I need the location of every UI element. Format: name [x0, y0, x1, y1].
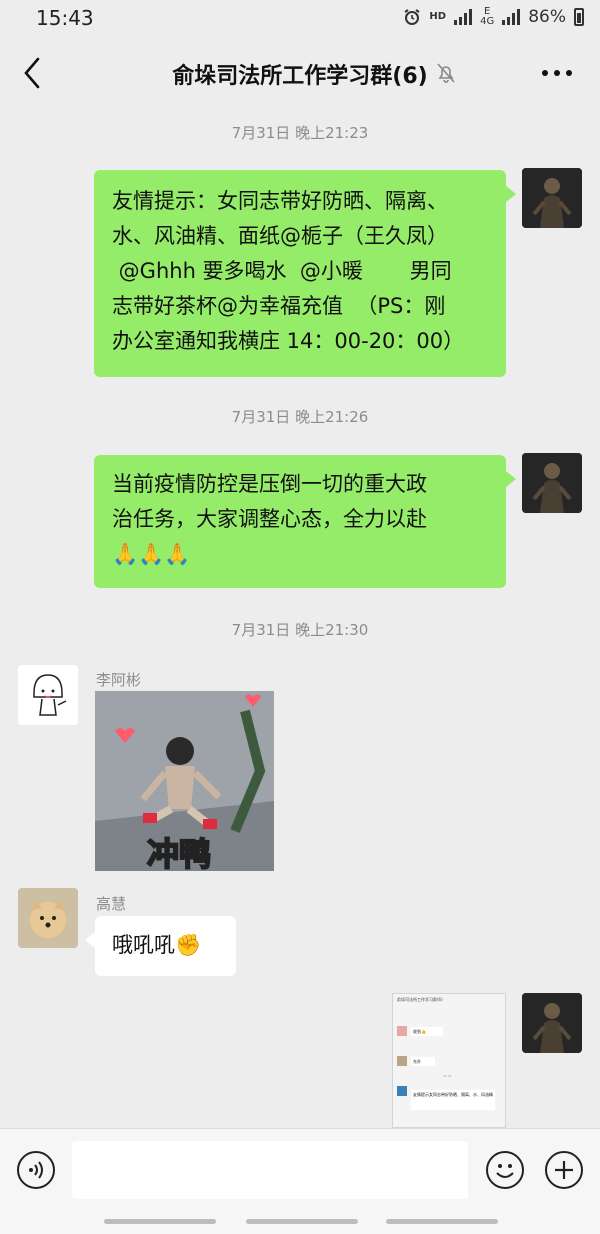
message-text: 哦吼吼✊	[112, 933, 202, 957]
dog-avatar-icon	[18, 888, 78, 948]
bubble-tail	[506, 186, 516, 202]
message-timestamp: 7月31日 晚上21:23	[231, 124, 369, 142]
my-avatar[interactable]	[522, 993, 582, 1053]
status-time: 15:43	[36, 6, 94, 30]
screenshot-time: 21:31	[443, 1074, 452, 1078]
hd-label: HD	[429, 11, 447, 22]
nav-handle	[104, 1219, 216, 1224]
pray-emoji: 🙏🙏🙏	[112, 542, 191, 566]
message-line: 水、风油精、面纸@栀子（王久凤）	[112, 224, 448, 248]
message-line: 当前疫情防控是压倒一切的重大政	[112, 472, 427, 496]
message-line: 志带好茶杯@为幸福充值 （PS：刚	[112, 294, 446, 318]
message-bubble[interactable]: 当前疫情防控是压倒一切的重大政 治任务，大家调整心态，全力以赴 🙏🙏🙏	[94, 455, 506, 588]
message-line: @Ghhh 要多喝水 @小暖 男同	[112, 259, 452, 283]
message-line: 治任务，大家调整心态，全力以赴	[112, 507, 427, 531]
voice-button[interactable]	[17, 1151, 55, 1189]
screenshot-msg: 友情提示女同志带好防晒、隔离、水、风油精	[411, 1090, 495, 1110]
voice-icon	[29, 1161, 43, 1179]
message-line: 友情提示：女同志带好防晒、隔离、	[112, 189, 448, 213]
screenshot-avatar	[397, 1056, 407, 1066]
signal-icon	[454, 9, 473, 25]
battery-percent: 86%	[528, 7, 566, 27]
signal-icon-2	[502, 9, 521, 25]
sender-avatar[interactable]	[18, 665, 78, 725]
message-input[interactable]	[72, 1141, 468, 1199]
alarm-icon	[404, 9, 420, 25]
message-bubble[interactable]: 友情提示：女同志带好防晒、隔离、 水、风油精、面纸@栀子（王久凤） @Ghhh …	[94, 170, 506, 377]
plus-icon	[555, 1161, 573, 1179]
bubble-tail	[85, 932, 95, 948]
message-timestamp: 7月31日 晚上21:26	[231, 408, 369, 426]
status-bar: 15:43 HD E 4G 86%	[0, 0, 600, 38]
more-options-icon[interactable]	[540, 60, 574, 86]
status-icons: HD E 4G 86%	[403, 7, 584, 27]
sender-avatar[interactable]	[18, 888, 78, 948]
screenshot-avatar	[397, 1026, 407, 1036]
nav-handle	[386, 1219, 498, 1224]
message-bubble[interactable]: 哦吼吼✊	[95, 916, 236, 976]
screenshot-avatar	[397, 1086, 407, 1096]
screenshot-image[interactable]: 俞垛司法所工作学习群(6) 收到👍 东升 21:31 友情提示女同志带好防晒、隔…	[392, 993, 506, 1128]
my-avatar[interactable]	[522, 168, 582, 228]
nav-handle	[246, 1219, 358, 1224]
message-timestamp: 7月31日 晚上21:30	[231, 621, 369, 639]
network-4g-label: 4G	[480, 16, 495, 27]
message-line: 办公室通知我横庄 14：00-20：00）	[112, 329, 465, 353]
mute-bell-icon	[437, 63, 455, 83]
input-bar	[0, 1128, 600, 1234]
battery-icon	[574, 8, 584, 26]
bubble-tail	[506, 471, 516, 487]
sender-name: 李阿彬	[96, 671, 142, 689]
chat-title: 俞垛司法所工作学习群(6)	[172, 64, 428, 89]
screenshot-msg: 收到👍	[411, 1027, 443, 1036]
chat-header: 俞垛司法所工作学习群(6)	[0, 38, 600, 108]
cartoon-girl-icon	[18, 665, 78, 725]
avatar-figure-icon	[522, 453, 582, 513]
screenshot-title: 俞垛司法所工作学习群(6)	[397, 997, 443, 1002]
sender-name: 高慧	[96, 895, 127, 913]
emoji-button[interactable]	[486, 1151, 524, 1189]
sticker-caption: 冲鸭	[146, 834, 212, 871]
screenshot-msg: 东升	[411, 1057, 435, 1066]
add-more-button[interactable]	[545, 1151, 583, 1189]
sticker-image[interactable]: 冲鸭	[95, 691, 274, 871]
avatar-figure-icon	[522, 168, 582, 228]
my-avatar[interactable]	[522, 453, 582, 513]
avatar-figure-icon	[522, 993, 582, 1053]
smiley-icon	[496, 1164, 514, 1178]
